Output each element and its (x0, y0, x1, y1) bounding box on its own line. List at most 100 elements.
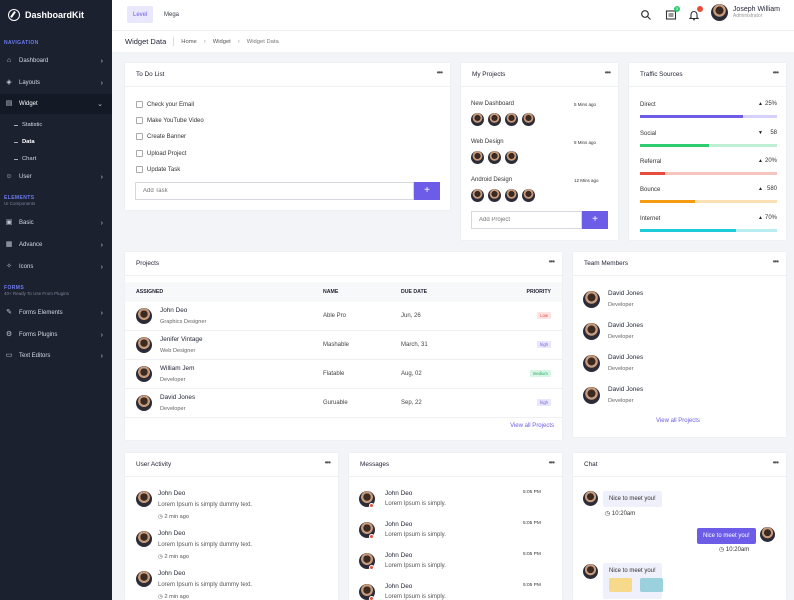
todo-item[interactable]: Make YouTube Video (136, 117, 204, 124)
progress-fill (640, 200, 695, 203)
view-all-projects-link[interactable]: View all Projects (656, 418, 700, 424)
avatar (711, 4, 728, 21)
sidebar-item-text-editors[interactable]: ▭Text Editors› (0, 346, 112, 366)
card-title: Projects (125, 252, 562, 276)
avatar (583, 564, 598, 579)
more-icon[interactable]: ••• (773, 68, 778, 77)
column-header: PRIORITY (527, 289, 552, 295)
layout-icon: ◈ (5, 79, 13, 87)
add-task-button[interactable]: + (414, 182, 440, 200)
checkbox[interactable] (136, 117, 143, 124)
project-time: 12 Mins ago (574, 178, 599, 183)
breadcrumb-widget[interactable]: Widget (213, 39, 231, 45)
checkbox[interactable] (136, 101, 143, 108)
todo-item[interactable]: Create Banner (136, 133, 186, 140)
card-title: User Activity (125, 453, 338, 477)
sidebar-item-label: Forms Elements (19, 310, 63, 316)
alerts-button[interactable] (688, 9, 700, 21)
activity-time-text: 2 min ago (164, 594, 189, 600)
avatar (760, 527, 775, 542)
priority-badge: Low (537, 312, 551, 319)
sidebar-item-forms-plugins[interactable]: ⚙Forms Plugins› (0, 325, 112, 345)
column-header: DUE DATE (401, 289, 427, 295)
member-name: David Jones (608, 322, 643, 329)
card-title: Chat (573, 453, 786, 477)
card-title: Traffic Sources (629, 63, 786, 87)
todo-item[interactable]: Check your Email (136, 101, 194, 108)
traffic-value: 580 (767, 186, 777, 192)
avatar (488, 189, 501, 202)
more-icon[interactable]: ••• (605, 68, 610, 77)
table-row[interactable]: William Jem Developer Flatable Aug, 02 m… (125, 360, 562, 389)
view-all-projects-link[interactable]: View all Projects (510, 423, 554, 429)
add-project-button[interactable]: + (582, 211, 608, 229)
table-row[interactable]: John Deo Graphics Designer Able Pro Jun,… (125, 302, 562, 331)
sidebar-item-user[interactable]: ☺User› (0, 167, 112, 187)
progress-bar (640, 144, 777, 147)
sidebar-item-dashboard[interactable]: ⌂Dashboard› (0, 51, 112, 71)
sidebar-sub-statistic[interactable]: Statistic (0, 117, 112, 133)
chat-message: Nice to meet you! (603, 491, 662, 507)
project-name: Android Design (471, 177, 512, 183)
project-name: Able Pro (323, 313, 346, 319)
more-icon[interactable]: ••• (549, 458, 554, 467)
todo-item[interactable]: Upload Project (136, 150, 186, 157)
project-item[interactable]: Web Design8 Mins ago (471, 139, 504, 145)
sidebar-item-widget[interactable]: ▤Widget⌄ (0, 94, 112, 114)
trend-icon: ▲ (758, 158, 763, 164)
column-header: ASSIGNED (136, 289, 163, 295)
chevron-right-icon: › (101, 80, 103, 87)
sidebar-item-layouts[interactable]: ◈Layouts› (0, 73, 112, 93)
more-icon[interactable]: ••• (549, 257, 554, 266)
table-row[interactable]: David Jones Developer Guruable Sep, 22 h… (125, 389, 562, 418)
user-profile[interactable]: Joseph William Administrator (711, 4, 780, 21)
chat-time: ◷ 10:20am (605, 510, 635, 517)
more-icon[interactable]: ••• (773, 458, 778, 467)
more-icon[interactable]: ••• (437, 68, 442, 77)
sidebar-sub-data[interactable]: Data (0, 134, 112, 150)
checkbox[interactable] (136, 150, 143, 157)
notifications-button[interactable]: 3 (665, 9, 677, 21)
image-thumbnail[interactable] (609, 578, 632, 592)
more-icon[interactable]: ••• (325, 458, 330, 467)
todo-item[interactable]: Update Task (136, 166, 180, 173)
checkbox[interactable] (136, 133, 143, 140)
progress-bar (640, 172, 777, 175)
traffic-value: 20% (765, 158, 777, 164)
breadcrumb-home[interactable]: Home (181, 39, 196, 45)
trend-icon: ▼ (758, 130, 763, 136)
sidebar-item-forms-elements[interactable]: ✎Forms Elements› (0, 303, 112, 323)
page-title: Widget Data (125, 37, 174, 46)
message-sender: John Deo (385, 521, 412, 528)
project-item[interactable]: Android Design12 Mins ago (471, 177, 512, 183)
chevron-right-icon: › (101, 242, 103, 249)
tab-level[interactable]: Level (127, 6, 153, 23)
sidebar-item-label: Widget (19, 101, 38, 107)
chevron-down-icon: ⌄ (97, 100, 103, 108)
table-row[interactable]: Jenifer Vintage Web Designer Mashable Ma… (125, 331, 562, 360)
project-item[interactable]: New Dashboard5 Mins ago (471, 101, 514, 107)
sidebar-sub-chart[interactable]: Chart (0, 151, 112, 167)
grid-icon: ▦ (5, 241, 13, 249)
traffic-value: 70% (765, 215, 777, 221)
todo-card: To Do List ••• Check your Email Make You… (125, 63, 450, 210)
avatar (522, 113, 535, 126)
avatar (136, 395, 152, 411)
add-task-input[interactable] (135, 182, 414, 200)
checkbox[interactable] (136, 166, 143, 173)
breadcrumb: Widget Data Home › Widget › Widget Data (112, 30, 794, 52)
sidebar-item-advance[interactable]: ▦Advance› (0, 235, 112, 255)
unread-dot (369, 503, 374, 508)
sidebar-item-basic[interactable]: ▣Basic› (0, 213, 112, 233)
add-project-input[interactable] (471, 211, 582, 229)
brand-logo[interactable]: DashboardKit (0, 0, 112, 30)
search-icon[interactable] (640, 9, 652, 21)
more-icon[interactable]: ••• (773, 257, 778, 266)
my-projects-card: My Projects ••• New Dashboard5 Mins ago … (461, 63, 618, 240)
sidebar-item-icons[interactable]: ✧Icons› (0, 257, 112, 277)
form-icon: ✎ (5, 309, 13, 317)
card-title: Team Members (573, 252, 786, 276)
image-thumbnail[interactable] (640, 578, 663, 592)
tab-mega[interactable]: Mega (158, 6, 185, 23)
traffic-value: 58 (770, 130, 777, 136)
